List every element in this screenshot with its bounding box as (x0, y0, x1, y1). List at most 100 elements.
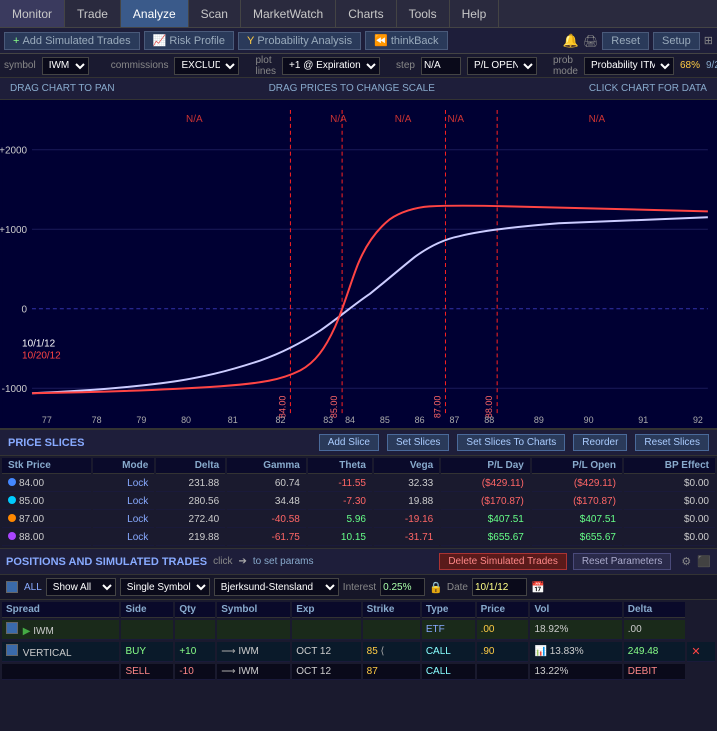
nav-marketwatch[interactable]: MarketWatch (241, 0, 336, 27)
col-pl-open: P/L Open (532, 458, 622, 474)
iwm-exp (292, 620, 360, 640)
reset-slices-button[interactable]: Reset Slices (635, 434, 709, 451)
slice-dot-3 (8, 532, 16, 540)
svg-text:84: 84 (345, 415, 355, 425)
sell-strike-val: 87 (367, 666, 378, 677)
reset-parameters-button[interactable]: Reset Parameters (573, 553, 672, 570)
thinkback-button[interactable]: ⏪ thinkBack (365, 31, 447, 50)
slice-bp-1: $0.00 (624, 494, 715, 510)
slice-gamma-3: -61.75 (227, 530, 306, 546)
add-slice-button[interactable]: Add Slice (319, 434, 379, 451)
drag-pan-label: DRAG CHART TO PAN (10, 83, 115, 94)
date-input[interactable] (472, 578, 527, 596)
svg-text:82: 82 (275, 415, 285, 425)
slice-gamma-1: 34.48 (227, 494, 306, 510)
nav-scan[interactable]: Scan (189, 0, 241, 27)
probability-analysis-button[interactable]: Y Probability Analysis (238, 32, 361, 50)
nav-trade[interactable]: Trade (65, 0, 121, 27)
svg-text:89: 89 (534, 415, 544, 425)
slice-bp-2: $0.00 (624, 512, 715, 528)
add-simulated-trades-button[interactable]: + Add Simulated Trades (4, 32, 140, 50)
iwm-price: .00 (477, 620, 529, 640)
set-slices-button[interactable]: Set Slices (387, 434, 449, 451)
slices-title: PRICE SLICES (8, 437, 311, 449)
show-all-select[interactable]: Show All (46, 578, 116, 596)
iwm-strike (363, 620, 420, 640)
slice-price-2: 87.00 (19, 514, 44, 525)
svg-text:0: 0 (21, 305, 27, 316)
single-symbol-select[interactable]: Single Symbol (120, 578, 210, 596)
slice-price-0: 84.00 (19, 478, 44, 489)
vert-qty: +10 (175, 642, 215, 662)
chart-area[interactable]: +2000 +1000 0 -1000 N/A N/A N/A N/A N/A … (0, 100, 717, 430)
vert-type: CALL (422, 642, 475, 662)
commissions-select[interactable]: EXCLUDE (174, 57, 239, 75)
col-mode: Mode (93, 458, 155, 474)
click-label: click (213, 556, 232, 567)
svg-text:78: 78 (92, 415, 102, 425)
step-label: step (396, 60, 415, 71)
nav-monitor[interactable]: Monitor (0, 0, 65, 27)
checkbox-iwm[interactable] (6, 622, 18, 634)
svg-text:10/20/12: 10/20/12 (22, 350, 61, 361)
svg-text:-1000: -1000 (2, 384, 28, 395)
slice-plday-1: ($170.87) (441, 494, 530, 510)
window-icon: ⊞ (704, 34, 713, 47)
set-params-label: to set params (253, 556, 314, 567)
slice-delta-0: 231.88 (156, 476, 225, 492)
nav-tools[interactable]: Tools (397, 0, 450, 27)
reset-button[interactable]: Reset (602, 32, 649, 50)
slice-dot-2 (8, 514, 16, 522)
nav-help[interactable]: Help (450, 0, 500, 27)
slice-vega-3: -31.71 (374, 530, 439, 546)
drag-prices-label: DRAG PRICES TO CHANGE SCALE (269, 83, 435, 94)
svg-text:N/A: N/A (330, 114, 347, 125)
col-theta: Theta (308, 458, 372, 474)
col-price: Price (477, 602, 529, 618)
setup-button[interactable]: Setup (653, 32, 700, 50)
plot-lines-select[interactable]: +1 @ Expiration (282, 57, 380, 75)
checkbox-vert[interactable] (6, 644, 18, 656)
sell-symbol: IWM (238, 666, 259, 677)
col-vol: Vol (530, 602, 621, 618)
set-slices-to-charts-button[interactable]: Set Slices To Charts (457, 434, 565, 451)
list-item: ▶ IWM ETF .00 18.92% .00 (2, 620, 715, 640)
checkbox-all[interactable] (6, 581, 18, 593)
delete-simulated-trades-button[interactable]: Delete Simulated Trades (439, 553, 567, 570)
printer-icon: 🖨 (583, 34, 598, 48)
svg-text:87: 87 (449, 415, 459, 425)
svg-text:N/A: N/A (186, 114, 203, 125)
step-input[interactable] (421, 57, 461, 75)
commissions-label: commissions (111, 60, 169, 71)
vert-strike-val: 85 (367, 646, 378, 657)
symbol-select[interactable]: IWM (42, 57, 89, 75)
slice-plday-0: ($429.11) (441, 476, 530, 492)
nav-charts[interactable]: Charts (336, 0, 396, 27)
all-label: ALL (24, 582, 42, 593)
prob-mode-select[interactable]: Probability ITM (584, 57, 674, 75)
prob-date-value: 9/23... (706, 60, 717, 71)
slice-theta-2: 5.96 (308, 512, 372, 528)
slice-delta-3: 219.88 (156, 530, 225, 546)
slice-gamma-0: 60.74 (227, 476, 306, 492)
model-select[interactable]: Bjerksund-Stensland (214, 578, 339, 596)
plot-lines-label: plot lines (255, 55, 276, 77)
col-gamma: Gamma (227, 458, 306, 474)
vert-price: .90 (477, 642, 529, 662)
symbol-label: symbol (4, 60, 36, 71)
svg-text:86: 86 (415, 415, 425, 425)
interest-input[interactable] (380, 578, 425, 596)
top-navigation: Monitor Trade Analyze Scan MarketWatch C… (0, 0, 717, 28)
table-row: 87.00 Lock 272.40 -40.58 5.96 -19.16 $40… (2, 512, 715, 528)
svg-text:81: 81 (228, 415, 238, 425)
reorder-slices-button[interactable]: Reorder (573, 434, 627, 451)
sell-type: CALL (422, 664, 475, 680)
table-row: 88.00 Lock 219.88 -61.75 10.15 -31.71 $6… (2, 530, 715, 546)
vert-close-button[interactable]: ✕ (691, 646, 700, 658)
plot-mode-select[interactable]: P/L OPEN (467, 57, 537, 75)
slices-table: Stk Price Mode Delta Gamma Theta Vega P/… (0, 456, 717, 548)
risk-profile-button[interactable]: 📈 Risk Profile (144, 31, 234, 50)
col-delta: Delta (156, 458, 225, 474)
svg-text:85: 85 (380, 415, 390, 425)
nav-analyze[interactable]: Analyze (121, 0, 189, 27)
